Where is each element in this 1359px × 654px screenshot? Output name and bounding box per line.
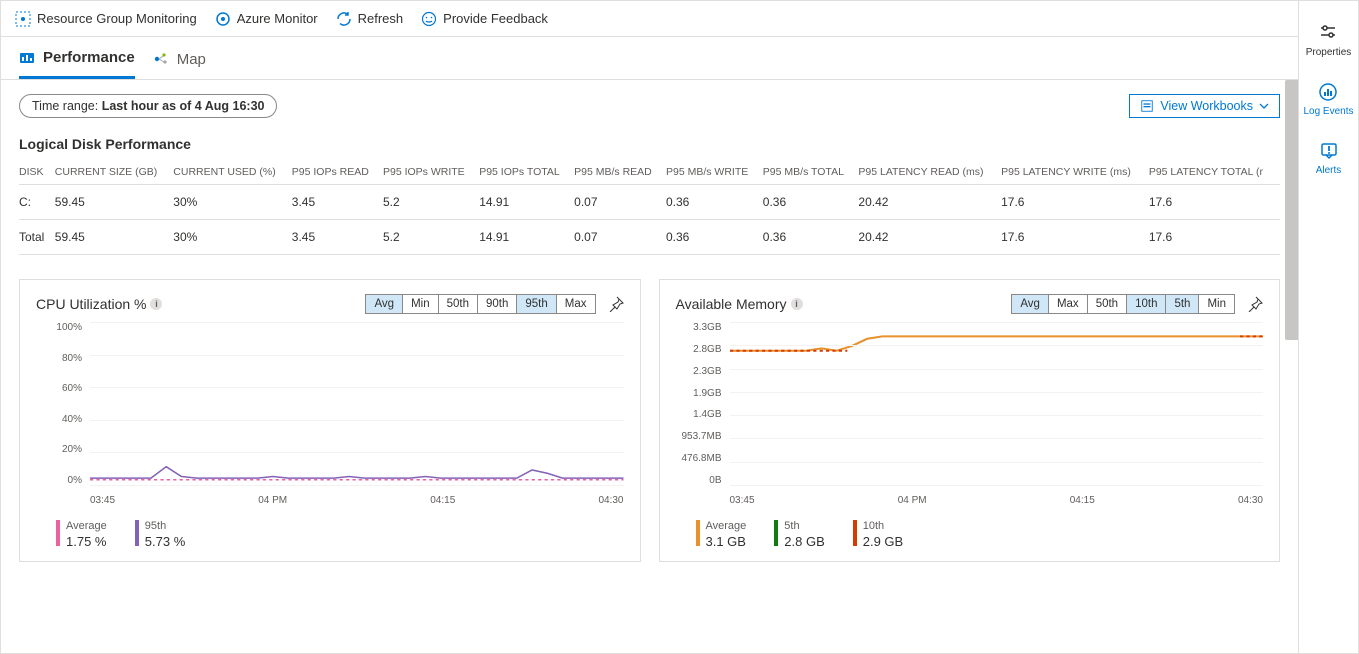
cpu-plot: 100%80%60%40%20%0% 03:4504 PM04:1504:30 <box>36 322 624 512</box>
toggle-option[interactable]: Min <box>1199 295 1234 313</box>
legend-item: Average3.1 GB <box>696 520 747 551</box>
toggle-option[interactable]: Max <box>557 295 595 313</box>
pin-icon[interactable] <box>608 296 624 312</box>
table-header: CURRENT USED (%) <box>173 160 292 185</box>
memory-chart-title: Available Memory i <box>676 296 803 312</box>
cpu-chart-card: CPU Utilization % i AvgMin50th90th95thMa… <box>19 279 641 562</box>
tab-map[interactable]: Map <box>153 49 206 79</box>
alerts-button[interactable]: Alerts <box>1316 141 1342 176</box>
legend-item: 10th2.9 GB <box>853 520 903 551</box>
refresh-icon <box>336 11 352 27</box>
sliders-icon <box>1318 23 1338 43</box>
log-events-button[interactable]: Log Events <box>1303 82 1353 117</box>
feedback-button[interactable]: Provide Feedback <box>421 11 548 27</box>
properties-button[interactable]: Properties <box>1306 23 1352 58</box>
toggle-option[interactable]: 10th <box>1127 295 1166 313</box>
content-area: Time range: Last hour as of 4 Aug 16:30 … <box>1 80 1298 653</box>
monitor-icon <box>15 11 31 27</box>
info-icon[interactable]: i <box>791 298 803 310</box>
memory-plot: 3.3GB2.8GB2.3GB1.9GB1.4GB953.7MB476.8MB0… <box>676 322 1264 512</box>
scrollbar-thumb[interactable] <box>1285 80 1298 340</box>
cpu-chart-title: CPU Utilization % i <box>36 296 162 312</box>
memory-chart-card: Available Memory i AvgMax50th10th5thMin … <box>659 279 1281 562</box>
map-icon <box>153 51 169 67</box>
table-row: C:59.4530%3.455.214.910.070.360.3620.421… <box>19 185 1280 220</box>
pin-icon[interactable] <box>1247 296 1263 312</box>
toggle-option[interactable]: 95th <box>517 295 556 313</box>
toggle-option[interactable]: Avg <box>1012 295 1049 313</box>
memory-percentile-toggle[interactable]: AvgMax50th10th5thMin <box>1011 294 1235 314</box>
table-header: P95 LATENCY WRITE (ms) <box>1001 160 1149 185</box>
table-header: P95 IOPs READ <box>292 160 383 185</box>
table-header: P95 IOPs WRITE <box>383 160 479 185</box>
view-workbooks-button[interactable]: View Workbooks <box>1129 94 1280 118</box>
info-icon[interactable]: i <box>150 298 162 310</box>
time-range-selector[interactable]: Time range: Last hour as of 4 Aug 16:30 <box>19 94 277 118</box>
toggle-option[interactable]: Min <box>403 295 439 313</box>
table-header: CURRENT SIZE (GB) <box>55 160 174 185</box>
table-header: P95 MB/s TOTAL <box>763 160 859 185</box>
toggle-option[interactable]: Max <box>1049 295 1088 313</box>
legend-item: 95th5.73 % <box>135 520 185 551</box>
log-events-icon <box>1318 82 1338 102</box>
table-header: P95 MB/s WRITE <box>666 160 763 185</box>
right-rail: Properties Log Events Alerts <box>1298 1 1358 653</box>
alerts-icon <box>1319 141 1339 161</box>
disk-section-title: Logical Disk Performance <box>19 136 1280 152</box>
performance-icon <box>19 50 35 66</box>
chevron-down-icon <box>1259 101 1269 111</box>
toolbar: Resource Group Monitoring Azure Monitor … <box>1 1 1298 37</box>
azure-monitor-icon <box>215 11 231 27</box>
tabs: Performance Map <box>1 37 1298 80</box>
table-header: P95 LATENCY TOTAL (r <box>1149 160 1280 185</box>
toggle-option[interactable]: 50th <box>439 295 478 313</box>
table-header: P95 IOPs TOTAL <box>479 160 574 185</box>
table-header: P95 MB/s READ <box>574 160 666 185</box>
table-row: Total59.4530%3.455.214.910.070.360.3620.… <box>19 220 1280 255</box>
disk-performance-table: DISKCURRENT SIZE (GB)CURRENT USED (%)P95… <box>19 160 1280 255</box>
refresh-button[interactable]: Refresh <box>336 11 404 27</box>
tab-performance[interactable]: Performance <box>19 49 135 79</box>
workbook-icon <box>1140 99 1154 113</box>
table-header: P95 LATENCY READ (ms) <box>858 160 1001 185</box>
toggle-option[interactable]: 90th <box>478 295 517 313</box>
legend-item: Average1.75 % <box>56 520 107 551</box>
resource-group-monitoring-link[interactable]: Resource Group Monitoring <box>15 11 197 27</box>
cpu-percentile-toggle[interactable]: AvgMin50th90th95thMax <box>365 294 595 314</box>
toggle-option[interactable]: 50th <box>1088 295 1127 313</box>
toggle-option[interactable]: 5th <box>1166 295 1199 313</box>
legend-item: 5th2.8 GB <box>774 520 824 551</box>
azure-monitor-link[interactable]: Azure Monitor <box>215 11 318 27</box>
toggle-option[interactable]: Avg <box>366 295 403 313</box>
smile-icon <box>421 11 437 27</box>
table-header: DISK <box>19 160 55 185</box>
